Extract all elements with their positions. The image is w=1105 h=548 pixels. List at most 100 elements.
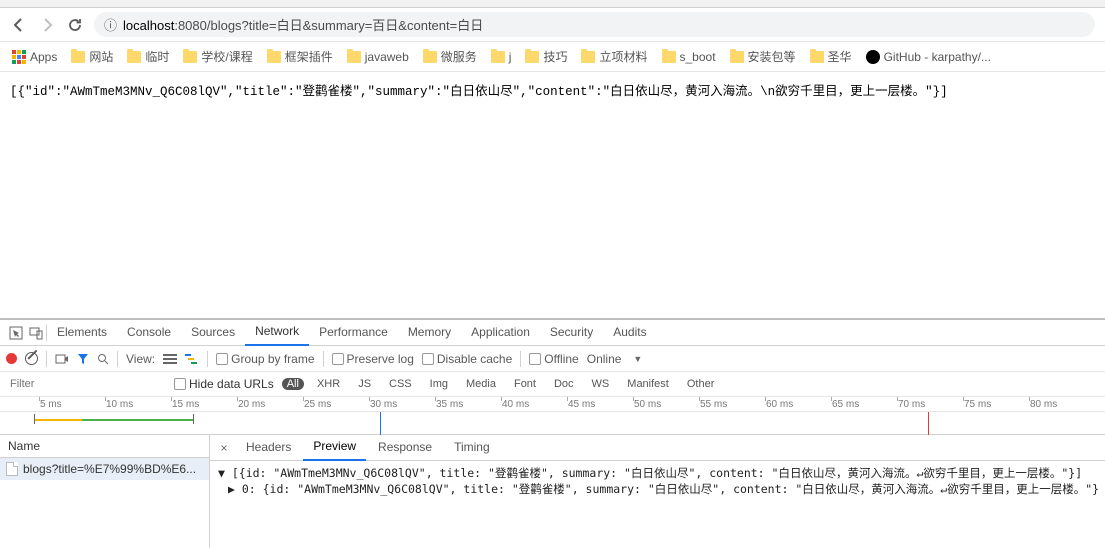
group-by-frame-checkbox[interactable]: Group by frame: [216, 352, 314, 366]
bookmark-folder[interactable]: j: [491, 50, 512, 64]
detail-tab-preview[interactable]: Preview: [303, 434, 366, 461]
apps-icon: [12, 50, 26, 64]
folder-icon: [183, 51, 197, 63]
bookmark-folder[interactable]: 圣华: [810, 48, 852, 65]
bookmark-label: 技巧: [543, 48, 567, 65]
timeline-tick: 30 ms: [370, 399, 397, 410]
timeline-tick: 65 ms: [832, 399, 859, 410]
timeline-request-bar: [34, 419, 194, 421]
bookmark-label: GitHub - karpathy/...: [884, 50, 991, 64]
reload-button[interactable]: [66, 16, 84, 34]
bookmark-folder[interactable]: 学校/课程: [183, 48, 252, 65]
site-info-icon[interactable]: ⓘ: [104, 15, 117, 34]
filter-type-img[interactable]: Img: [425, 378, 453, 390]
timeline-tick: 60 ms: [766, 399, 793, 410]
bookmark-folder[interactable]: 网站: [71, 48, 113, 65]
network-toolbar: View: Group by frame Preserve log Disabl…: [0, 346, 1105, 372]
camera-icon[interactable]: [55, 353, 69, 365]
view-large-icon[interactable]: [163, 353, 177, 365]
timeline-tick: 25 ms: [304, 399, 331, 410]
bookmark-github[interactable]: GitHub - karpathy/...: [866, 50, 991, 64]
requests-column: Name blogs?title=%E7%99%BD%E6...: [0, 435, 210, 548]
tab-performance[interactable]: Performance: [309, 320, 398, 345]
filter-type-all[interactable]: All: [282, 378, 304, 390]
url-path: :8080/blogs?title=白日&summary=百日&content=…: [174, 18, 483, 33]
detail-tab-headers[interactable]: Headers: [236, 435, 301, 460]
tab-security[interactable]: Security: [540, 320, 603, 345]
filter-bar: Hide data URLs All XHR JS CSS Img Media …: [0, 372, 1105, 397]
bookmark-folder[interactable]: 立项材料: [581, 48, 647, 65]
filter-type-js[interactable]: JS: [353, 378, 376, 390]
filter-type-font[interactable]: Font: [509, 378, 541, 390]
bookmark-label: 框架插件: [285, 48, 333, 65]
filter-type-ws[interactable]: WS: [587, 378, 615, 390]
filter-type-other[interactable]: Other: [682, 378, 720, 390]
forward-button[interactable]: [38, 16, 56, 34]
tab-application[interactable]: Application: [461, 320, 540, 345]
device-icon[interactable]: [26, 326, 46, 340]
clear-button[interactable]: [25, 352, 38, 365]
disable-cache-checkbox[interactable]: Disable cache: [422, 352, 512, 366]
detail-tab-response[interactable]: Response: [368, 435, 442, 460]
tab-elements[interactable]: Elements: [47, 320, 117, 345]
timeline-tick: 45 ms: [568, 399, 595, 410]
bookmark-folder[interactable]: 微服务: [423, 48, 477, 65]
detail-tab-timing[interactable]: Timing: [444, 435, 500, 460]
timeline-tick: 35 ms: [436, 399, 463, 410]
browser-toolbar: ⓘ localhost:8080/blogs?title=白日&summary=…: [0, 8, 1105, 42]
record-button[interactable]: [6, 353, 17, 364]
preview-line[interactable]: ▶ 0: {id: "AWmTmeM3MNv_Q6C08lQV", title:…: [218, 481, 1097, 497]
network-timeline[interactable]: 5 ms10 ms15 ms20 ms25 ms30 ms35 ms40 ms4…: [0, 397, 1105, 435]
browser-tabstrip: [0, 0, 1105, 8]
offline-checkbox[interactable]: Offline: [529, 352, 578, 366]
inspect-icon[interactable]: [6, 326, 26, 340]
view-label: View:: [126, 352, 155, 366]
bookmark-folder[interactable]: 技巧: [525, 48, 567, 65]
bookmark-folder[interactable]: javaweb: [347, 50, 409, 64]
tab-memory[interactable]: Memory: [398, 320, 461, 345]
preserve-log-checkbox[interactable]: Preserve log: [332, 352, 414, 366]
file-icon: [6, 462, 18, 476]
apps-label: Apps: [30, 50, 57, 64]
page-content: [{"id":"AWmTmeM3MNv_Q6C08lQV","title":"登…: [0, 72, 1105, 107]
folder-icon: [423, 51, 437, 63]
apps-shortcut[interactable]: Apps: [12, 50, 57, 64]
bookmark-folder[interactable]: 安装包等: [730, 48, 796, 65]
tab-audits[interactable]: Audits: [603, 320, 656, 345]
filter-input[interactable]: [6, 377, 166, 391]
domcontentloaded-marker: [380, 412, 381, 435]
bookmark-label: 微服务: [441, 48, 477, 65]
throttle-select[interactable]: Online▼: [587, 352, 643, 366]
bookmark-label: 安装包等: [748, 48, 796, 65]
bookmark-label: 网站: [89, 48, 113, 65]
back-button[interactable]: [10, 16, 28, 34]
filter-type-doc[interactable]: Doc: [549, 378, 579, 390]
filter-icon[interactable]: [77, 353, 89, 365]
timeline-tick: 80 ms: [1030, 399, 1057, 410]
bookmark-folder[interactable]: 框架插件: [267, 48, 333, 65]
bookmark-folder[interactable]: s_boot: [662, 50, 716, 64]
preview-line[interactable]: ▼ [{id: "AWmTmeM3MNv_Q6C08lQV", title: "…: [218, 465, 1097, 481]
request-detail: × Headers Preview Response Timing ▼ [{id…: [210, 435, 1105, 548]
name-header[interactable]: Name: [0, 435, 209, 458]
search-icon[interactable]: [97, 353, 109, 365]
preview-content[interactable]: ▼ [{id: "AWmTmeM3MNv_Q6C08lQV", title: "…: [210, 461, 1105, 548]
folder-icon: [347, 51, 361, 63]
address-bar[interactable]: ⓘ localhost:8080/blogs?title=白日&summary=…: [94, 12, 1095, 37]
filter-type-media[interactable]: Media: [461, 378, 501, 390]
folder-icon: [525, 51, 539, 63]
folder-icon: [810, 51, 824, 63]
hide-data-urls-checkbox[interactable]: Hide data URLs: [174, 377, 274, 391]
request-row[interactable]: blogs?title=%E7%99%BD%E6...: [0, 458, 209, 480]
filter-type-manifest[interactable]: Manifest: [622, 378, 674, 390]
filter-type-css[interactable]: CSS: [384, 378, 417, 390]
tab-sources[interactable]: Sources: [181, 320, 245, 345]
tab-console[interactable]: Console: [117, 320, 181, 345]
filter-type-xhr[interactable]: XHR: [312, 378, 345, 390]
tab-network[interactable]: Network: [245, 319, 309, 346]
timeline-tick: 50 ms: [634, 399, 661, 410]
close-detail-button[interactable]: ×: [214, 441, 234, 455]
bookmark-folder[interactable]: 临时: [127, 48, 169, 65]
bookmark-label: 圣华: [828, 48, 852, 65]
view-waterfall-icon[interactable]: [185, 353, 199, 365]
